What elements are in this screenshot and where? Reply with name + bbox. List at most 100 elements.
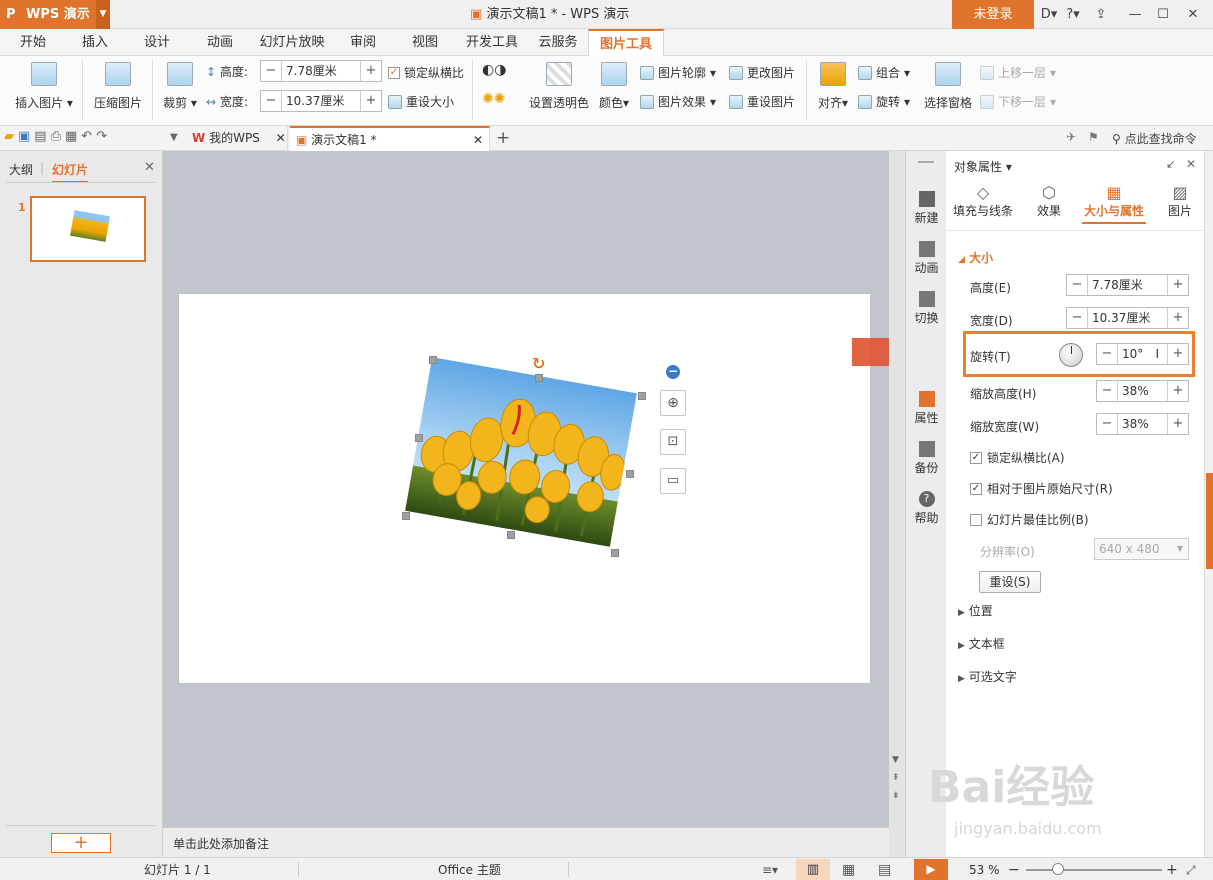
- close-icon[interactable]: ✕: [1186, 157, 1196, 171]
- scale-height-stepper[interactable]: − 38% +: [1096, 380, 1189, 402]
- section-position-header[interactable]: ▶ 位置: [958, 602, 993, 619]
- resize-handle[interactable]: [415, 434, 423, 442]
- normal-view-icon[interactable]: ▥: [796, 859, 830, 880]
- upload-icon[interactable]: ⇪: [1088, 0, 1114, 29]
- color-button[interactable]: 颜色▾: [596, 62, 632, 111]
- skin-icon[interactable]: D▾: [1036, 0, 1062, 29]
- resolution-select[interactable]: 640 x 480 ▼: [1094, 538, 1189, 560]
- scale-width-stepper[interactable]: − 38% +: [1096, 413, 1189, 435]
- previous-slide-icon[interactable]: ⇞: [892, 773, 900, 783]
- vertical-scrollbar[interactable]: ▼ ⇞ ⇟: [889, 151, 905, 857]
- tab-my-wps[interactable]: W 我的WPS ✕: [186, 126, 288, 151]
- resize-handle[interactable]: [507, 531, 515, 539]
- reading-view-icon[interactable]: ▤: [878, 858, 891, 880]
- plus-button[interactable]: +: [1168, 381, 1188, 401]
- add-slide-button[interactable]: +: [51, 833, 111, 853]
- tab-size-properties[interactable]: ▦ 大小与属性: [1082, 183, 1146, 224]
- print-icon[interactable]: ⎙: [51, 129, 65, 144]
- quick-access-toolbar[interactable]: ▰▣▤⎙▦↶↷: [4, 129, 111, 144]
- scrollbar-thumb[interactable]: [1206, 473, 1213, 569]
- resize-handle[interactable]: [429, 356, 437, 364]
- minus-button[interactable]: −: [261, 91, 281, 111]
- tab-fill-line[interactable]: ◇ 填充与线条: [950, 183, 1016, 219]
- fit-window-icon[interactable]: ⤢: [1186, 858, 1196, 880]
- checkbox[interactable]: ✓: [970, 482, 982, 495]
- reset-picture-button[interactable]: 重设图片: [729, 93, 795, 110]
- tab-start[interactable]: 开始: [8, 29, 58, 56]
- tab-animation[interactable]: 动画: [195, 29, 245, 56]
- notes-toggle-icon[interactable]: ≡▾: [762, 858, 778, 880]
- zoom-slider-thumb[interactable]: [1052, 863, 1064, 875]
- pdf-icon[interactable]: ▤: [34, 129, 50, 144]
- feedback-icon[interactable]: ⚑: [1088, 130, 1099, 144]
- tab-insert[interactable]: 插入: [70, 29, 120, 56]
- plus-button[interactable]: +: [1168, 344, 1188, 364]
- height-stepper[interactable]: − 7.78厘米 +: [1066, 274, 1189, 296]
- checkbox[interactable]: [970, 513, 982, 526]
- zoom-in-icon[interactable]: ⊕: [660, 390, 686, 416]
- play-slideshow-icon[interactable]: ▶: [914, 859, 948, 880]
- align-button[interactable]: 对齐▾: [814, 62, 852, 111]
- zoom-out-button[interactable]: −: [1008, 858, 1020, 880]
- section-alt-text-header[interactable]: ▶ 可选文字: [958, 668, 1017, 685]
- preview-icon[interactable]: ▦: [65, 129, 81, 144]
- minimize-icon[interactable]: —: [1122, 0, 1148, 29]
- minus-button[interactable]: −: [1097, 381, 1117, 401]
- rotation-stepper[interactable]: − 10° Ⅰ +: [1096, 343, 1189, 365]
- plus-button[interactable]: +: [361, 61, 381, 81]
- relative-original-checkbox[interactable]: ✓ 相对于图片原始尺寸(R): [970, 480, 1113, 497]
- close-icon[interactable]: ✕: [1180, 0, 1206, 29]
- tab-review[interactable]: 审阅: [338, 29, 388, 56]
- ribbon-width-stepper[interactable]: − 10.37厘米 +: [260, 90, 382, 112]
- minus-button[interactable]: −: [1067, 275, 1087, 295]
- sidebar-item-help[interactable]: ? 帮助: [906, 491, 947, 526]
- change-picture-button[interactable]: 更改图片: [729, 64, 795, 81]
- resize-handle[interactable]: [611, 549, 619, 557]
- zoom-level[interactable]: 53 %: [969, 858, 1000, 880]
- section-textbox-header[interactable]: ▶ 文本框: [958, 635, 1005, 652]
- chevron-down-icon[interactable]: ▼: [170, 132, 178, 143]
- tab-cloud[interactable]: 云服务: [532, 29, 584, 56]
- tab-effect[interactable]: ⬡ 效果: [1032, 183, 1066, 219]
- save-icon[interactable]: ▣: [18, 129, 34, 144]
- checkbox[interactable]: ✓: [970, 451, 982, 464]
- close-icon[interactable]: ✕: [473, 128, 483, 152]
- plus-button[interactable]: +: [361, 91, 381, 111]
- panel-title[interactable]: 对象属性 ▾: [954, 158, 1012, 175]
- crop-button[interactable]: 裁剪 ▾: [160, 62, 200, 111]
- crop-picture-icon[interactable]: ⊡: [660, 429, 686, 455]
- close-icon[interactable]: ✕: [276, 131, 286, 145]
- app-menu-button[interactable]: P WPS 演示 ▼: [0, 0, 110, 29]
- group-button[interactable]: 组合 ▾: [858, 64, 910, 81]
- resize-handle[interactable]: [638, 392, 646, 400]
- picture-frame-icon[interactable]: ▭: [660, 468, 686, 494]
- plus-button[interactable]: +: [1168, 308, 1188, 328]
- notes-placeholder[interactable]: 单击此处添加备注: [173, 835, 269, 852]
- slide-thumbnail[interactable]: [30, 196, 146, 262]
- tab-design[interactable]: 设计: [132, 29, 182, 56]
- section-size-header[interactable]: ◢ 大小: [958, 249, 993, 266]
- rotation-dial[interactable]: [1059, 343, 1083, 367]
- width-stepper[interactable]: − 10.37厘米 +: [1066, 307, 1189, 329]
- ribbon-height-stepper[interactable]: − 7.78厘米 +: [260, 60, 382, 82]
- reset-button[interactable]: 重设(S): [979, 571, 1041, 593]
- sidebar-item-animation[interactable]: 动画: [906, 241, 947, 276]
- tab-document[interactable]: ▣ 演示文稿1 * ✕: [290, 126, 490, 151]
- bring-forward-button[interactable]: 上移一层 ▾: [980, 64, 1056, 81]
- pin-icon[interactable]: ✈: [1066, 130, 1076, 144]
- tab-outline[interactable]: 大纲: [9, 161, 33, 178]
- compress-picture-button[interactable]: 压缩图片: [90, 62, 146, 111]
- sidebar-item-new[interactable]: 新建: [906, 191, 947, 226]
- picture-object[interactable]: [405, 357, 637, 547]
- panel-scrollbar[interactable]: [1204, 151, 1213, 857]
- login-button[interactable]: 未登录: [952, 0, 1034, 29]
- set-transparent-button[interactable]: 设置透明色: [528, 62, 590, 111]
- sidebar-item-properties[interactable]: 属性: [906, 391, 947, 426]
- help-icon[interactable]: ?▾: [1060, 0, 1086, 29]
- command-search[interactable]: ⚲ 点此查找命令: [1112, 130, 1197, 147]
- resize-handle[interactable]: [535, 374, 543, 382]
- lock-aspect-checkbox[interactable]: ✓ 锁定纵横比(A): [970, 449, 1065, 466]
- redo-icon[interactable]: ↷: [96, 129, 111, 144]
- chevron-down-icon[interactable]: ▼: [892, 755, 899, 765]
- zoom-in-button[interactable]: +: [1166, 858, 1178, 880]
